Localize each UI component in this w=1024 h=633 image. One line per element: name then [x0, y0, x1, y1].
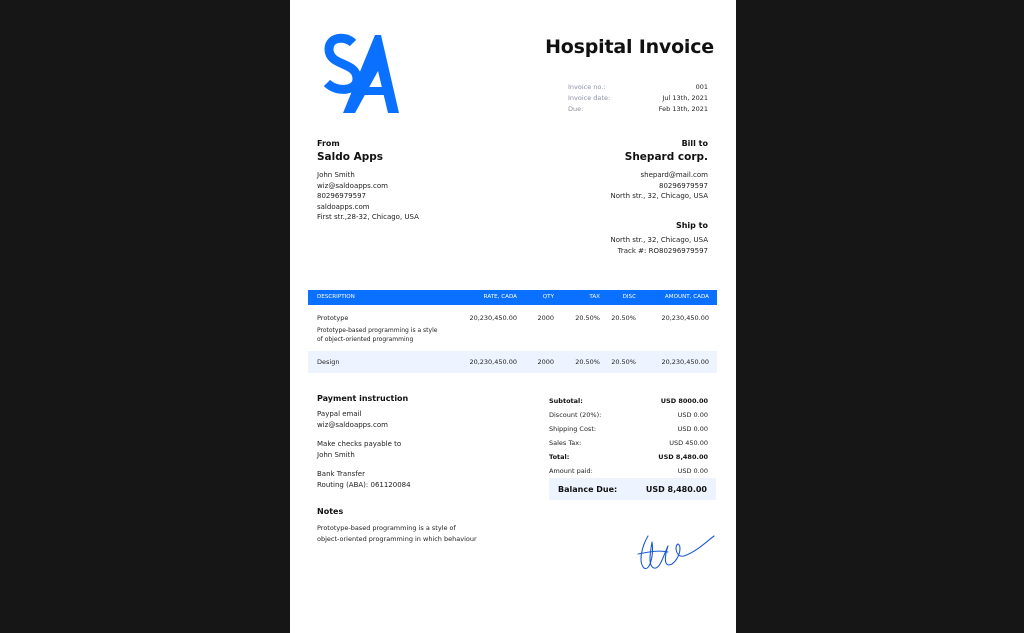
header-qty: QTY: [542, 294, 554, 300]
invoice-page: Hospital Invoice Invoice no.: 001 Invoic…: [290, 0, 736, 633]
due-date-value: Feb 13th, 2021: [658, 105, 708, 113]
payment-bank-label: Bank Transfer: [317, 470, 365, 478]
invoice-title: Hospital Invoice: [545, 36, 714, 58]
row-disc: 20.50%: [611, 358, 636, 366]
line-items-table: DESCRIPTION RATE, CADA QTY TAX DISC AMOU…: [308, 290, 717, 373]
sales-tax-label: Sales Tax:: [549, 439, 582, 447]
subtotal-row: Subtotal: USD 8000.00: [549, 394, 708, 408]
bill-to-phone: 80296979597: [659, 181, 708, 190]
row-qty: 2000: [537, 358, 554, 366]
row-rate: 20,230,450.00: [469, 358, 517, 366]
table-row: Prototype Prototype-based programming is…: [308, 305, 717, 351]
bill-to-email: shepard@mail.com: [640, 171, 709, 179]
subtotal-label: Subtotal:: [549, 397, 583, 405]
payment-checks-payee: John Smith: [317, 451, 355, 459]
discount-value: USD 0.00: [677, 411, 708, 419]
from-contact-name: John Smith: [317, 171, 355, 179]
bill-to-address: North str., 32, Chicago, USA: [610, 192, 708, 200]
row-description: Design: [317, 358, 340, 366]
payment-heading: Payment instruction: [317, 394, 409, 403]
row-amount: 20,230,450.00: [661, 358, 709, 366]
from-company: Saldo Apps: [317, 151, 384, 163]
shipping-value: USD 0.00: [677, 425, 708, 433]
due-date-label: Due:: [568, 105, 584, 113]
amount-paid-row: Amount paid: USD 0.00: [549, 464, 708, 478]
company-logo: [323, 33, 399, 113]
sales-tax-value: USD 450.00: [669, 439, 708, 447]
table-header: DESCRIPTION RATE, CADA QTY TAX DISC AMOU…: [308, 290, 717, 305]
bill-to-heading: Bill to: [681, 139, 708, 148]
payment-paypal-label: Paypal email: [317, 410, 362, 418]
invoice-date-value: Jul 13th, 2021: [662, 94, 708, 102]
bill-to-company: Shepard corp.: [624, 151, 708, 163]
total-label: Total:: [549, 453, 570, 461]
amount-paid-label: Amount paid:: [549, 467, 593, 475]
invoice-number-label: Invoice no.:: [568, 83, 606, 91]
invoice-meta: Invoice no.: 001 Invoice date: Jul 13th,…: [568, 82, 708, 115]
due-date-row: Due: Feb 13th, 2021: [568, 104, 708, 115]
row-amount: 20,230,450.00: [661, 314, 709, 322]
row-description: Prototype: [317, 314, 349, 322]
notes-line-1: Prototype-based programming is a style o…: [317, 524, 456, 532]
discount-row: Discount (20%): USD 0.00: [549, 408, 708, 422]
table-row: Design 20,230,450.00 2000 20.50% 20.50% …: [308, 351, 717, 373]
discount-label: Discount (20%):: [549, 411, 602, 419]
from-heading: From: [317, 139, 340, 148]
row-note-line-2: of object-oriented programming: [317, 336, 414, 343]
balance-due-label: Balance Due:: [558, 484, 618, 494]
header-tax: TAX: [589, 294, 600, 300]
invoice-number-row: Invoice no.: 001: [568, 82, 708, 93]
header-rate: RATE, CADA: [483, 294, 517, 300]
row-disc: 20.50%: [611, 314, 636, 322]
shipping-row: Shipping Cost: USD 0.00: [549, 422, 708, 436]
payment-routing: Routing (ABA): 061120084: [317, 481, 411, 489]
from-email: wiz@saldoapps.com: [317, 181, 388, 190]
signature-image: [637, 535, 715, 570]
ship-to-heading: Ship to: [675, 221, 708, 230]
totals-summary: Subtotal: USD 8000.00 Discount (20%): US…: [549, 394, 708, 478]
header-disc: DISC: [622, 294, 636, 300]
amount-paid-value: USD 0.00: [677, 467, 708, 475]
from-website: saldoapps.com: [317, 202, 370, 211]
notes-heading: Notes: [317, 507, 344, 516]
balance-due-box: Balance Due: USD 8,480.00: [549, 478, 716, 500]
ship-to-details: North str., 32, Chicago, USA Track #: RO…: [610, 235, 708, 256]
ship-to-tracking: Track #: RO80296979597: [617, 246, 708, 255]
row-tax: 20.50%: [575, 358, 600, 366]
row-rate: 20,230,450.00: [469, 314, 517, 322]
invoice-date-label: Invoice date:: [568, 94, 611, 102]
invoice-date-row: Invoice date: Jul 13th, 2021: [568, 93, 708, 104]
row-note-line-1: Prototype-based programming is a style: [317, 327, 438, 334]
payment-checks-label: Make checks payable to: [317, 440, 402, 448]
from-address: First str.,28-32, Chicago, USA: [317, 213, 419, 221]
total-row: Total: USD 8,480.00: [549, 450, 708, 464]
ship-to-address: North str., 32, Chicago, USA: [610, 236, 708, 244]
row-qty: 2000: [537, 314, 554, 322]
from-phone: 80296979597: [317, 192, 366, 200]
from-details: John Smith wiz@saldoapps.com 80296979597…: [317, 170, 419, 223]
bill-to-details: shepard@mail.com 80296979597 North str.,…: [610, 170, 708, 202]
notes-body: Prototype-based programming is a style o…: [317, 523, 477, 544]
row-tax: 20.50%: [575, 314, 600, 322]
total-value: USD 8,480.00: [658, 453, 708, 461]
sales-tax-row: Sales Tax: USD 450.00: [549, 436, 708, 450]
balance-due-value: USD 8,480.00: [645, 484, 707, 494]
header-amount: AMOUNT, CADA: [664, 294, 709, 300]
subtotal-value: USD 8000.00: [660, 397, 708, 405]
header-description: DESCRIPTION: [317, 294, 355, 300]
payment-paypal-email: wiz@saldoapps.com: [317, 421, 388, 429]
shipping-label: Shipping Cost:: [549, 425, 597, 433]
notes-line-2: object-oriented programming in which beh…: [317, 534, 477, 543]
invoice-number-value: 001: [695, 83, 708, 91]
